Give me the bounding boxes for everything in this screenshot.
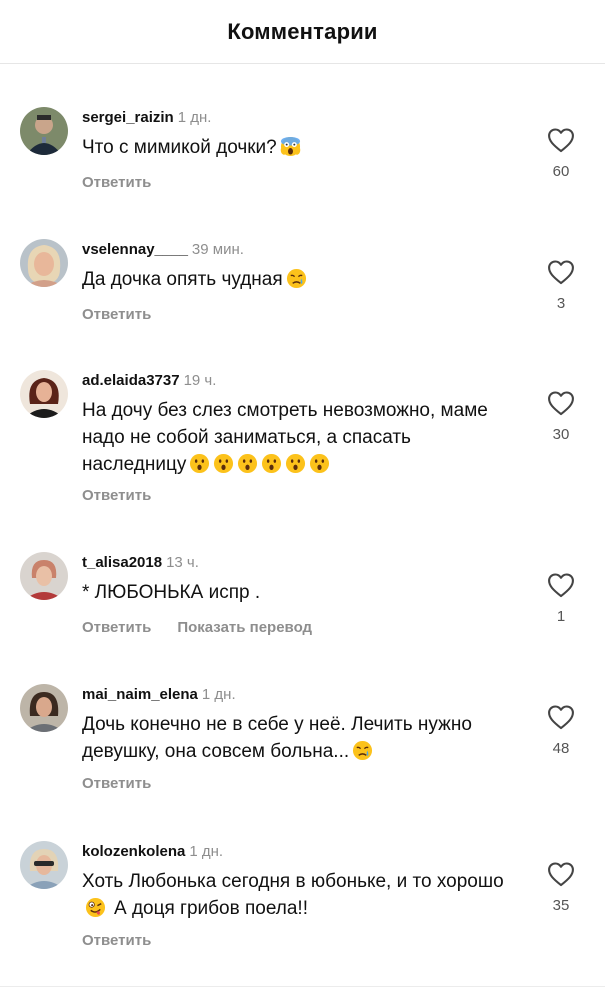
like-count: 1 <box>556 608 566 625</box>
heart-icon[interactable] <box>547 861 575 887</box>
like-control: 30 <box>546 390 576 443</box>
astonished-face-icon <box>189 453 210 474</box>
timestamp: 1 дн. <box>177 109 212 126</box>
comment-text-content: Да дочка опять чудная <box>82 269 283 290</box>
astonished-face-icon <box>309 453 330 474</box>
comment-actions: Ответить Показать перевод <box>82 619 312 636</box>
reply-button[interactable]: Ответить <box>82 487 151 504</box>
divider <box>0 986 605 987</box>
comment-text-content: Хоть Любонька сегодня в юбоньке, и то хо… <box>82 871 504 892</box>
username[interactable]: kolozenkolena <box>82 843 185 860</box>
comment-text: Что с мимикой дочки? <box>82 134 502 161</box>
username[interactable]: t_alisa2018 <box>82 554 162 571</box>
show-translation-button[interactable]: Показать перевод <box>177 619 312 636</box>
timestamp: 19 ч. <box>183 372 217 389</box>
like-count: 3 <box>556 295 566 312</box>
comment-text: * ЛЮБОНЬКА испр . <box>82 579 502 606</box>
page-title: Комментарии <box>227 18 378 44</box>
comment-meta: sergei_raizin 1 дн. <box>82 108 211 128</box>
like-count: 30 <box>552 426 570 443</box>
avatar[interactable] <box>20 684 68 732</box>
comment-text: Да дочка опять чудная <box>82 266 502 293</box>
comment-text-content: Что с мимикой дочки? <box>82 137 277 158</box>
comment-text: Дочь конечно не в себе у неё. Лечить нуж… <box>82 711 512 765</box>
astonished-face-icon <box>285 453 306 474</box>
comment-text-continuation: А доця грибов поела!! <box>114 898 308 919</box>
comment-actions: Ответить <box>82 487 151 504</box>
reply-button[interactable]: Ответить <box>82 306 151 323</box>
like-count: 35 <box>552 897 570 914</box>
reply-button[interactable]: Ответить <box>82 619 151 636</box>
comment-meta: vselennay____ 39 мин. <box>82 240 244 260</box>
comment-meta: kolozenkolena 1 дн. <box>82 842 223 862</box>
username[interactable]: mai_naim_elena <box>82 686 198 703</box>
comment-actions: Ответить <box>82 932 151 949</box>
comment-text: На дочу без слез смотреть невозможно, ма… <box>82 397 512 478</box>
comment-text: Хоть Любонька сегодня в юбоньке, и то хо… <box>82 868 512 922</box>
heart-icon[interactable] <box>547 390 575 416</box>
username[interactable]: sergei_raizin <box>82 109 174 126</box>
avatar[interactable] <box>20 107 68 155</box>
comments-header: Комментарии <box>0 0 605 64</box>
heart-icon[interactable] <box>547 572 575 598</box>
comment-meta: t_alisa2018 13 ч. <box>82 553 199 573</box>
avatar[interactable] <box>20 841 68 889</box>
astonished-face-icon <box>213 453 234 474</box>
reply-button[interactable]: Ответить <box>82 775 151 792</box>
zany-face-icon <box>85 897 106 918</box>
reply-button[interactable]: Ответить <box>82 174 151 191</box>
comment-meta: mai_naim_elena 1 дн. <box>82 685 236 705</box>
avatar[interactable] <box>20 370 68 418</box>
comment-text-content: Дочь конечно не в себе у неё. Лечить нуж… <box>82 714 472 762</box>
astonished-face-icon <box>261 453 282 474</box>
like-control: 60 <box>546 127 576 180</box>
crying-face-icon <box>286 268 307 289</box>
avatar[interactable] <box>20 552 68 600</box>
reply-button[interactable]: Ответить <box>82 932 151 949</box>
like-control: 35 <box>546 861 576 914</box>
timestamp: 1 дн. <box>189 843 224 860</box>
timestamp: 13 ч. <box>166 554 199 571</box>
avatar[interactable] <box>20 239 68 287</box>
comment-text-content: * ЛЮБОНЬКА испр . <box>82 582 261 603</box>
username[interactable]: ad.elaida3737 <box>82 372 180 389</box>
comment-actions: Ответить <box>82 306 151 323</box>
heart-icon[interactable] <box>547 127 575 153</box>
username[interactable]: vselennay____ <box>82 241 188 258</box>
screaming-face-icon <box>280 136 301 157</box>
like-control: 3 <box>546 259 576 312</box>
like-count: 60 <box>552 163 570 180</box>
comment-actions: Ответить <box>82 174 151 191</box>
astonished-face-icon <box>237 453 258 474</box>
like-control: 1 <box>546 572 576 625</box>
timestamp: 39 мин. <box>191 241 244 258</box>
heart-icon[interactable] <box>547 259 575 285</box>
timestamp: 1 дн. <box>201 686 236 703</box>
comment-meta: ad.elaida3737 19 ч. <box>82 371 216 391</box>
heart-icon[interactable] <box>547 704 575 730</box>
crying-face-icon <box>352 740 373 761</box>
like-control: 48 <box>546 704 576 757</box>
like-count: 48 <box>552 740 570 757</box>
comment-actions: Ответить <box>82 775 151 792</box>
